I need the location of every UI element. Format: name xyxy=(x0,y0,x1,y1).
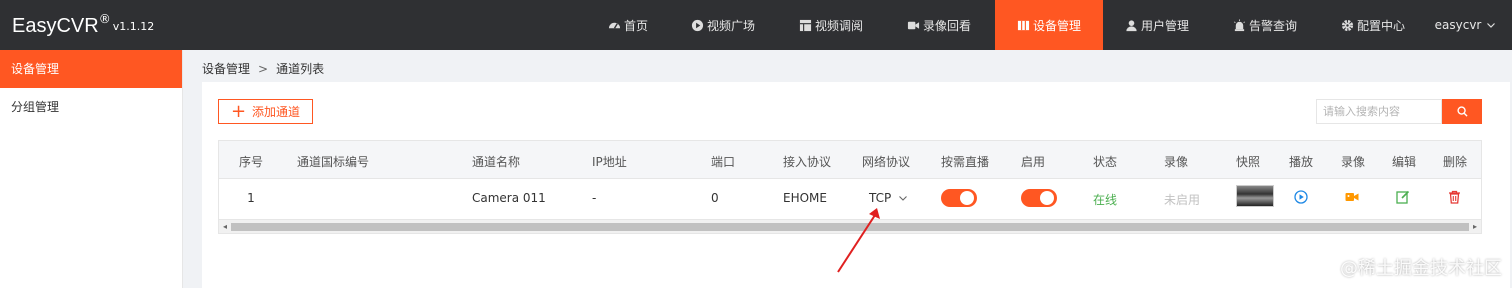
breadcrumb-separator: > xyxy=(258,62,269,76)
brand-logo[interactable]: EasyCVR®v1.1.12 xyxy=(12,12,154,38)
column-header: IP地址 xyxy=(592,155,627,169)
status-badge: 在线 xyxy=(1093,193,1118,207)
nav-label: 告警查询 xyxy=(1248,18,1297,33)
top-header: EasyCVR®v1.1.12 首页 视频广场 视频调阅 录像回看 设备管理 用… xyxy=(0,0,1512,50)
nav-config-center[interactable]: 配置中心 xyxy=(1333,0,1413,50)
column-header: 通道国标编号 xyxy=(297,155,370,169)
on-demand-toggle[interactable] xyxy=(941,189,977,207)
grid-icon xyxy=(799,19,812,32)
table-row: 1 Camera 011 - 0 EHOME TCP 在线 未启用 xyxy=(219,179,1481,217)
snapshot-thumbnail[interactable] xyxy=(1236,185,1274,207)
network-protocol-value: TCP xyxy=(869,191,892,205)
device-icon xyxy=(1017,19,1030,32)
watermark: @稀土掘金技术社区 xyxy=(1340,258,1502,279)
breadcrumb-parent[interactable]: 设备管理 xyxy=(202,62,250,76)
cell-channel-name: Camera 011 xyxy=(472,191,546,205)
column-header: 端口 xyxy=(711,155,736,169)
scrollbar-thumb[interactable] xyxy=(231,223,1469,231)
chevron-down-icon xyxy=(899,195,908,201)
column-header: 删除 xyxy=(1443,155,1468,169)
play-icon[interactable] xyxy=(1294,190,1308,207)
column-header: 快照 xyxy=(1236,155,1261,169)
brand-registered-mark: ® xyxy=(98,12,111,26)
nav-label: 用户管理 xyxy=(1140,18,1189,33)
dashboard-icon xyxy=(608,19,621,32)
video-camera-icon xyxy=(907,19,920,32)
play-circle-icon xyxy=(691,19,704,32)
column-header: 接入协议 xyxy=(783,155,832,169)
sidebar: 设备管理 分组管理 xyxy=(0,50,183,288)
nav-label: 视频调阅 xyxy=(814,18,863,33)
nav-user-management[interactable]: 用户管理 xyxy=(1117,0,1197,50)
record-status: 未启用 xyxy=(1164,193,1201,207)
add-channel-button[interactable]: + 添加通道 xyxy=(218,99,313,124)
nav-device-management[interactable]: 设备管理 xyxy=(995,0,1103,50)
enable-toggle[interactable] xyxy=(1021,189,1057,207)
nav-label: 设备管理 xyxy=(1032,18,1081,33)
column-header: 通道名称 xyxy=(472,155,521,169)
edit-icon[interactable] xyxy=(1396,190,1410,207)
nav-home[interactable]: 首页 xyxy=(590,0,666,50)
sidebar-item-device-management[interactable]: 设备管理 xyxy=(0,50,182,88)
user-menu[interactable]: easycvr xyxy=(1425,0,1505,50)
search-icon xyxy=(1456,106,1468,117)
nav-label: 配置中心 xyxy=(1356,18,1405,33)
brand-name: EasyCVR xyxy=(12,15,99,37)
scroll-left-icon[interactable]: ◂ xyxy=(220,222,230,232)
network-protocol-select[interactable]: TCP xyxy=(869,191,908,205)
nav-video-square[interactable]: 视频广场 xyxy=(680,0,766,50)
channel-list-panel: + 添加通道 序号 通道国标编号 通道名称 IP地址 端口 接入协议 网络协议 … xyxy=(202,82,1510,288)
horizontal-scrollbar[interactable]: ◂ ▸ xyxy=(219,219,1481,233)
toggle-knob xyxy=(960,191,974,205)
gear-icon xyxy=(1341,19,1354,32)
alarm-icon xyxy=(1233,18,1246,32)
user-icon xyxy=(1125,19,1138,32)
cell-access-protocol: EHOME xyxy=(783,191,827,205)
sidebar-item-group-management[interactable]: 分组管理 xyxy=(0,88,182,126)
plus-icon: + xyxy=(230,100,247,122)
app-version: v1.1.12 xyxy=(112,20,155,33)
breadcrumb: 设备管理 > 通道列表 xyxy=(202,60,324,77)
record-icon[interactable] xyxy=(1345,191,1359,206)
search-button[interactable] xyxy=(1442,99,1482,124)
column-header: 序号 xyxy=(239,155,264,169)
column-header: 网络协议 xyxy=(862,155,911,169)
username: easycvr xyxy=(1434,18,1482,32)
nav-playback[interactable]: 录像回看 xyxy=(896,0,982,50)
cell-port: 0 xyxy=(711,191,719,205)
scroll-right-icon[interactable]: ▸ xyxy=(1470,222,1480,232)
nav-alarm-query[interactable]: 告警查询 xyxy=(1225,0,1305,50)
nav-label: 首页 xyxy=(623,18,648,33)
column-header: 录像 xyxy=(1341,155,1366,169)
chevron-down-icon xyxy=(1487,22,1496,28)
column-header: 启用 xyxy=(1021,155,1046,169)
column-header: 录像 xyxy=(1164,155,1189,169)
breadcrumb-current: 通道列表 xyxy=(276,62,325,76)
nav-label: 录像回看 xyxy=(922,18,971,33)
add-channel-label: 添加通道 xyxy=(252,105,301,119)
toggle-knob xyxy=(1040,191,1054,205)
nav-video-browse[interactable]: 视频调阅 xyxy=(788,0,874,50)
column-header: 播放 xyxy=(1289,155,1314,169)
cell-ip: - xyxy=(592,191,597,205)
column-header: 编辑 xyxy=(1392,155,1417,169)
search-input[interactable] xyxy=(1316,99,1442,124)
table-header: 序号 通道国标编号 通道名称 IP地址 端口 接入协议 网络协议 按需直播 启用… xyxy=(219,141,1481,179)
delete-icon[interactable] xyxy=(1448,190,1461,207)
channel-table: 序号 通道国标编号 通道名称 IP地址 端口 接入协议 网络协议 按需直播 启用… xyxy=(218,140,1482,234)
nav-label: 视频广场 xyxy=(706,18,755,33)
column-header: 状态 xyxy=(1093,155,1118,169)
cell-index: 1 xyxy=(247,191,255,205)
column-header: 按需直播 xyxy=(941,155,990,169)
